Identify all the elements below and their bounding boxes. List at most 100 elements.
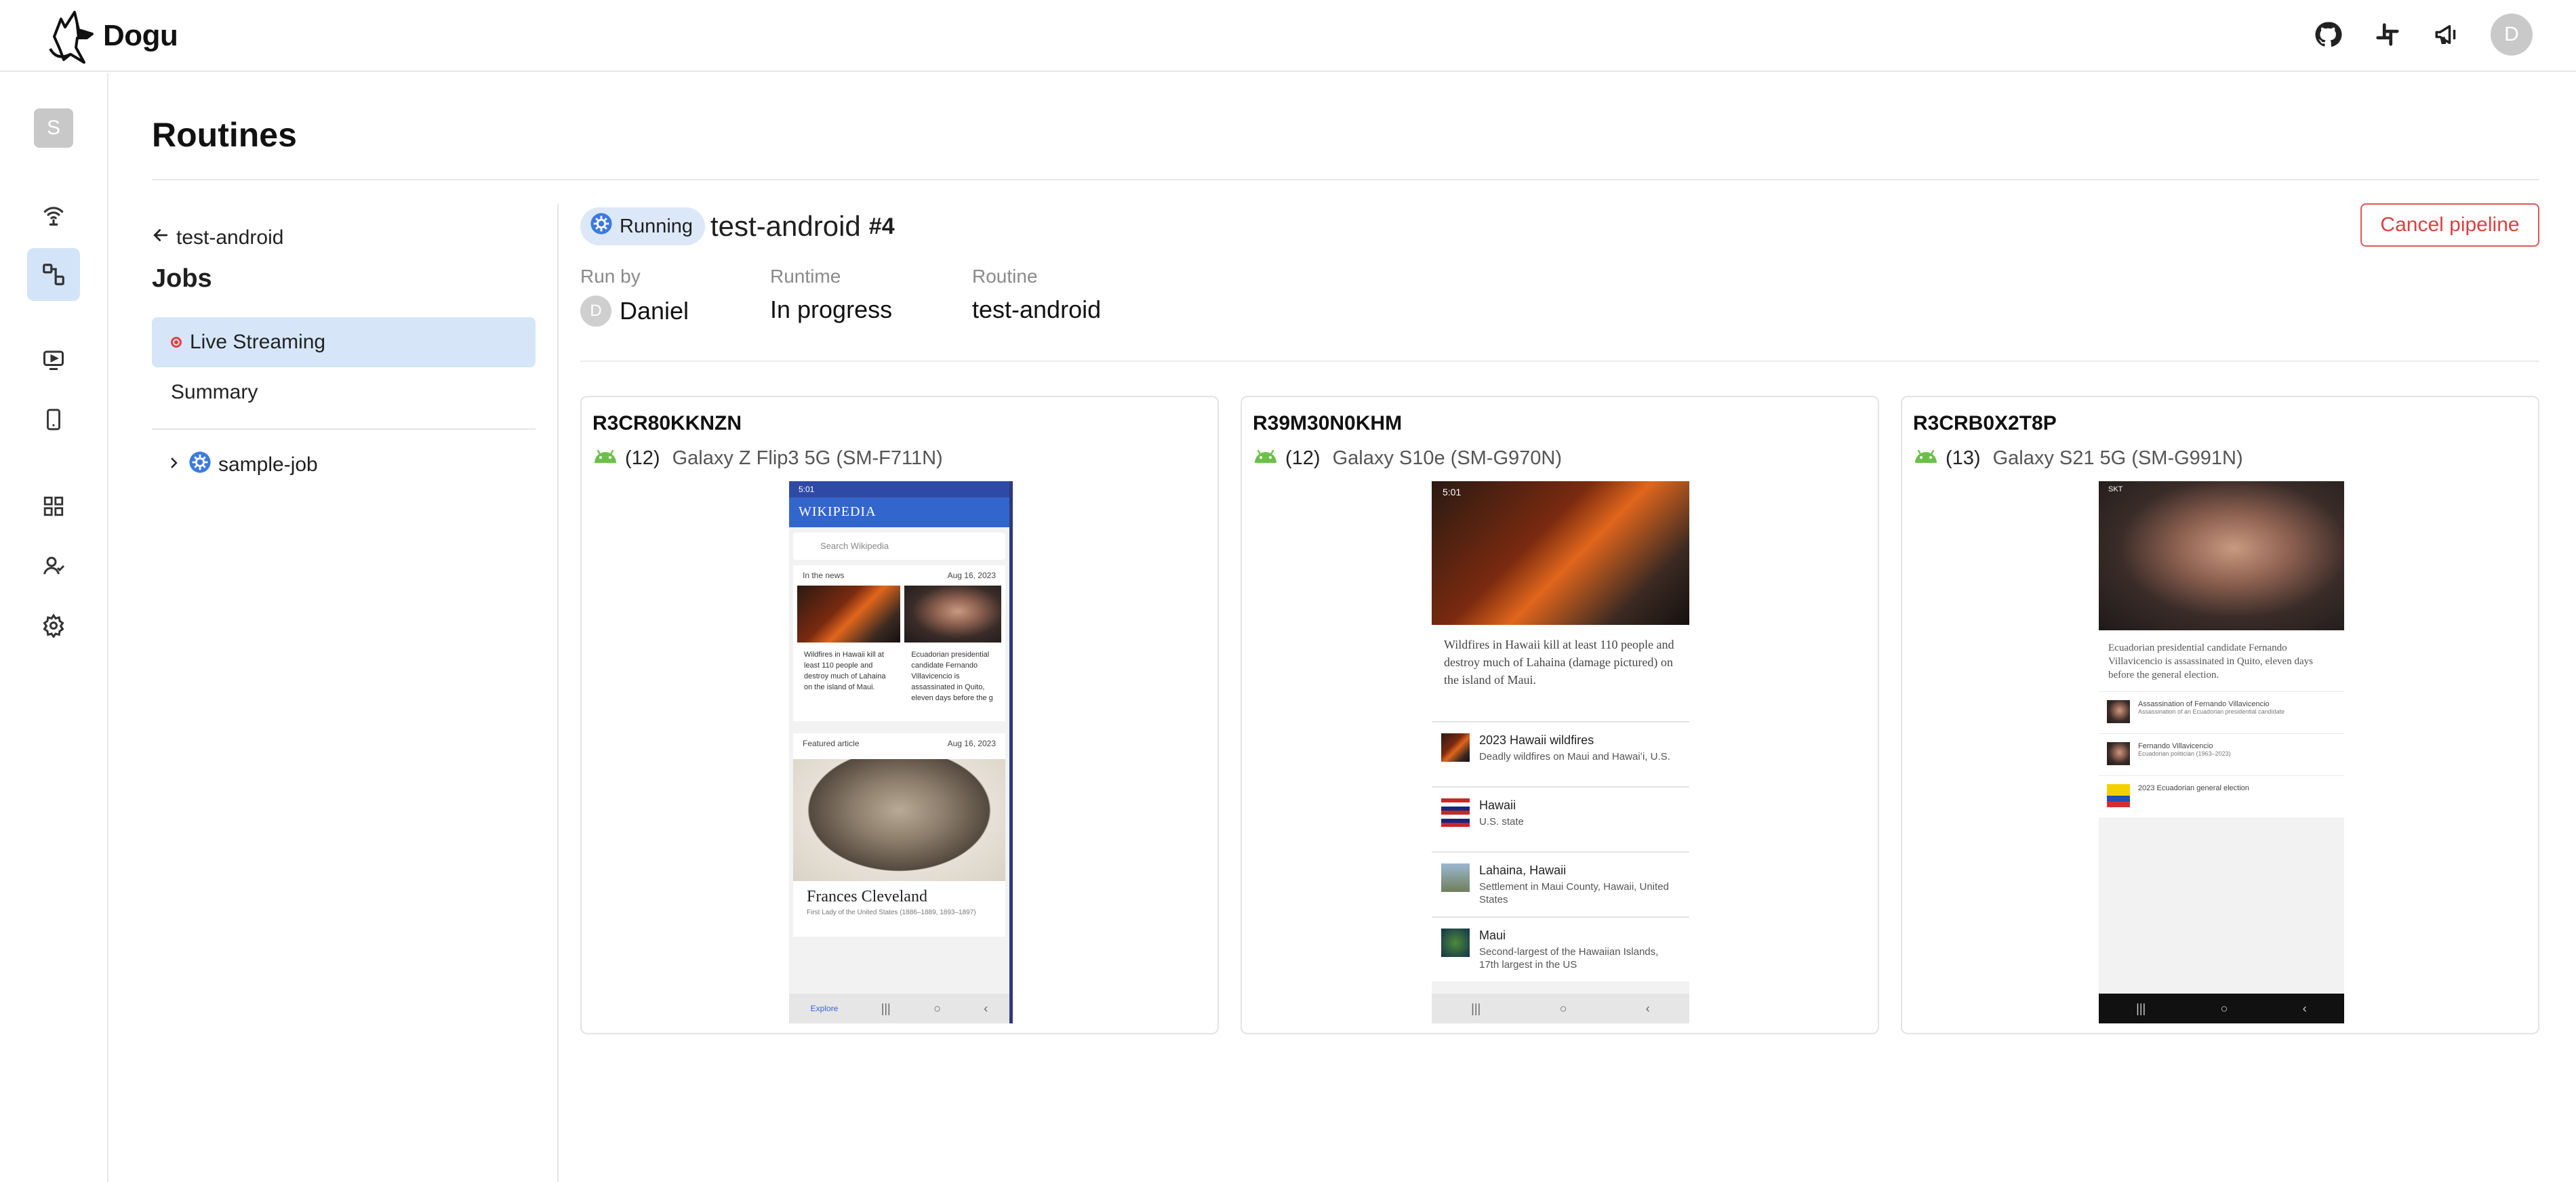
device-info: (13) Galaxy S21 5G (SM-G991N) <box>1913 445 2243 472</box>
top-header: Dogu D <box>0 0 2576 72</box>
device-info: (12) Galaxy Z Flip3 5G (SM-F711N) <box>592 445 943 472</box>
phone-featured-header: Featured article <box>803 739 860 748</box>
device-serial: R3CRB0X2T8P <box>1913 412 2057 434</box>
chevron-right-icon[interactable] <box>165 453 182 476</box>
thumbnail-image <box>1441 863 1470 892</box>
megaphone-icon[interactable] <box>2431 18 2463 51</box>
list-item-title: 2023 Hawaii wildfires <box>1479 733 1594 747</box>
wildfire-image: 5:01 <box>1432 481 1689 625</box>
phone-news-text: Wildfires in Hawaii kill at least 110 pe… <box>804 651 886 691</box>
grid-icon <box>43 496 64 516</box>
thumbnail-image <box>1441 733 1470 762</box>
meta-runtime: Runtime In progress <box>770 266 892 324</box>
brand-logo[interactable]: Dogu <box>45 5 178 66</box>
members-icon <box>43 556 65 575</box>
list-item-subtitle: Deadly wildfires on Maui and Hawaiʻi, U.… <box>1479 751 1670 762</box>
jobs-heading: Jobs <box>152 264 212 293</box>
slack-icon[interactable] <box>2371 18 2404 51</box>
meta-value[interactable]: test-android <box>972 296 1101 324</box>
list-item: Fernando Villavicencio Ecuadorian politic… <box>2099 733 2344 775</box>
tree-item-label: sample-job <box>218 453 318 476</box>
job-item-live-streaming[interactable]: Live Streaming <box>152 317 536 367</box>
list-item-subtitle: U.S. state <box>1479 816 1524 828</box>
gear-icon <box>43 613 64 638</box>
rail-item-routines[interactable] <box>27 248 80 301</box>
divider <box>557 203 559 1182</box>
list-item-subtitle: Ecuadorian politician (1963–2023) <box>2138 750 2231 757</box>
divider <box>152 179 2539 180</box>
device-model: Galaxy Z Flip3 5G (SM-F711N) <box>672 447 943 469</box>
news-portrait-image: SKT <box>2099 481 2344 630</box>
back-to-routine-link[interactable]: test-android <box>150 225 283 251</box>
pipeline-title: test-android #4 <box>710 207 895 245</box>
phone-caption: Ecuadorian presidential candidate Fernan… <box>2099 630 2344 691</box>
phone-nav-bar: ||| ○ ‹ <box>1432 994 1689 1023</box>
device-screen-stream[interactable]: SKT Ecuadorian presidential candidate Fe… <box>2099 481 2344 1023</box>
featured-portrait-image <box>793 759 1005 881</box>
device-serial: R39M30N0KHM <box>1253 412 1403 434</box>
header-actions: D <box>2312 12 2533 57</box>
monitor-play-icon <box>43 350 64 370</box>
thumbnail-image <box>2107 700 2130 723</box>
rail-item-device-farm[interactable] <box>27 188 80 241</box>
api-level: (12) <box>1285 447 1321 469</box>
meta-routine: Routine test-android <box>972 266 1101 324</box>
phone-nav-bar: Explore ||| ○ ‹ <box>789 994 1009 1023</box>
job-item-label: Live Streaming <box>190 331 326 353</box>
page-title: Routines <box>152 116 297 154</box>
divider <box>580 361 2539 362</box>
thumbnail-image <box>1441 929 1470 957</box>
list-item: 2023 Hawaii wildfires Deadly wildfires on… <box>1432 721 1689 786</box>
phone-app-title: WIKIPEDIA <box>789 497 1009 527</box>
phone-status-bar: 5:01 <box>789 481 1009 497</box>
brand-name: Dogu <box>103 19 178 52</box>
rail-item-apps[interactable] <box>27 480 80 533</box>
meta-run-by: Run by D Daniel <box>580 266 689 327</box>
pipeline-number: #4 <box>868 213 895 239</box>
meta-label: Routine <box>972 266 1038 287</box>
rail-item-studio[interactable] <box>27 333 80 386</box>
list-item-subtitle: Settlement in Maui County, Hawaii, Unite… <box>1479 881 1669 905</box>
organization-avatar[interactable]: S <box>34 108 73 148</box>
meta-label: Runtime <box>770 266 841 287</box>
wildfire-image <box>797 586 901 643</box>
divider <box>152 428 536 430</box>
job-item-summary[interactable]: Summary <box>152 367 536 417</box>
device-screen-stream[interactable]: 5:01 WIKIPEDIA Search Wikipedia In the n… <box>789 481 1013 1023</box>
rail-item-settings[interactable] <box>27 599 80 652</box>
arrow-left-icon <box>150 225 171 251</box>
device-model: Galaxy S10e (SM-G970N) <box>1332 447 1563 469</box>
signal-icon <box>43 207 64 226</box>
device-screen-stream[interactable]: 5:01 Wildfires in Hawaii kill at least 1… <box>1432 481 1689 1023</box>
tree-item-sample-job[interactable]: sample-job <box>165 450 318 480</box>
list-item: 2023 Ecuadorian general election <box>2099 775 2344 817</box>
avatar: D <box>580 296 611 327</box>
phone-search-box: Search Wikipedia <box>793 533 1005 560</box>
job-item-label: Summary <box>171 381 258 403</box>
list-item: Maui Second-largest of the Hawaiian Islan… <box>1432 916 1689 981</box>
meta-value: In progress <box>770 296 893 323</box>
ecuador-flag-image <box>2107 784 2130 807</box>
list-item-subtitle: Assassination of an Ecuadorian president… <box>2138 708 2285 715</box>
phone-nav-explore: Explore <box>810 1004 839 1013</box>
phone-status-bar: SKT <box>2108 485 2123 493</box>
mobile-device-icon <box>47 409 60 430</box>
dogu-logo-icon <box>49 11 94 64</box>
android-icon <box>592 447 618 470</box>
meta-value: Daniel <box>620 297 689 325</box>
list-item-title: 2023 Ecuadorian general election <box>2138 784 2249 792</box>
phone-news-date: Aug 16, 2023 <box>947 571 996 580</box>
list-item-title: Lahaina, Hawaii <box>1479 863 1567 877</box>
meta-label: Run by <box>580 266 641 287</box>
phone-featured-card: Featured article Aug 16, 2023 Frances Cl… <box>793 733 1005 937</box>
list-item: Hawaii U.S. state <box>1432 786 1689 851</box>
phone-news-text: Ecuadorian presidential candidate Fernan… <box>911 651 993 702</box>
user-avatar[interactable]: D <box>2491 14 2533 56</box>
phone-featured-date: Aug 16, 2023 <box>947 739 996 748</box>
rail-item-devices[interactable] <box>27 393 80 446</box>
list-item-subtitle: Second-largest of the Hawaiian Islands, … <box>1479 946 1659 971</box>
rail-item-members[interactable] <box>27 539 80 592</box>
github-icon[interactable] <box>2312 18 2344 51</box>
gear-status-icon <box>590 212 613 241</box>
cancel-pipeline-button[interactable]: Cancel pipeline <box>2360 203 2539 247</box>
